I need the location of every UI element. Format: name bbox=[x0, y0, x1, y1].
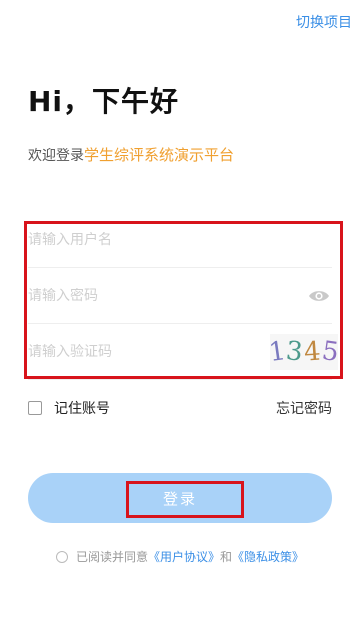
system-name: 学生综评系统演示平台 bbox=[84, 146, 235, 164]
remember-account[interactable]: 记住账号 bbox=[28, 398, 110, 418]
login-page: 切换项目 Hi，下午好 欢迎登录学生综评系统演示平台 1345 记住账号 bbox=[0, 0, 360, 637]
greeting-title: Hi，下午好 bbox=[28, 85, 180, 118]
options-row: 记住账号 忘记密码 bbox=[28, 398, 332, 418]
agreement-row: 已阅读并同意 《用户协议》 和 《隐私政策》 bbox=[0, 548, 360, 565]
forgot-password-link[interactable]: 忘记密码 bbox=[276, 398, 332, 418]
agreement-prefix: 已阅读并同意 bbox=[75, 550, 148, 564]
agreement-radio[interactable] bbox=[55, 550, 68, 563]
user-agreement-link[interactable]: 《用户协议》 bbox=[148, 548, 220, 565]
privacy-policy-link[interactable]: 《隐私政策》 bbox=[232, 548, 304, 565]
remember-label: 记住账号 bbox=[54, 401, 110, 417]
agreement-and: 和 bbox=[220, 550, 233, 564]
welcome-prefix: 欢迎登录 bbox=[28, 148, 84, 164]
highlight-box-form bbox=[24, 221, 343, 379]
remember-checkbox[interactable] bbox=[28, 401, 42, 415]
switch-project-link[interactable]: 切换项目 bbox=[296, 12, 352, 32]
welcome-text: 欢迎登录学生综评系统演示平台 bbox=[28, 144, 234, 165]
highlight-box-login bbox=[126, 481, 244, 518]
